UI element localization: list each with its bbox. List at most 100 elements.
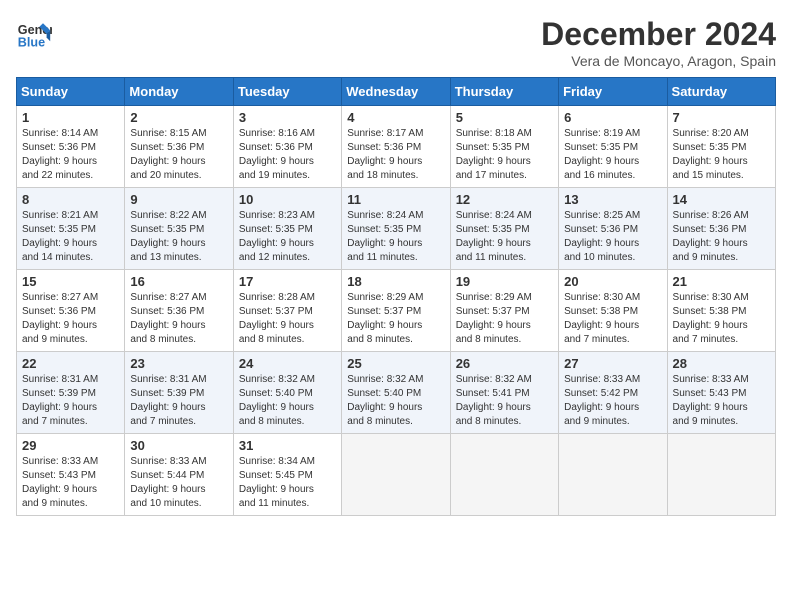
svg-text:Blue: Blue: [18, 36, 45, 50]
week-row: 1Sunrise: 8:14 AM Sunset: 5:36 PM Daylig…: [17, 106, 776, 188]
calendar-cell: 7 Sunrise: 8:20 AM Sunset: 5:35 PM Daylig…: [667, 106, 775, 188]
day-number: 5: [456, 110, 553, 125]
day-number: 2: [130, 110, 227, 125]
day-info: Sunrise: 8:27 AM Sunset: 5:36 PM Dayligh…: [130, 291, 227, 347]
day-info: Sunrise: 8:32 AM Sunset: 5:40 PM Dayligh…: [347, 373, 444, 429]
calendar-cell: 6 Sunrise: 8:19 AM Sunset: 5:35 PM Daylig…: [559, 106, 667, 188]
calendar-cell: 3Sunrise: 8:16 AM Sunset: 5:36 PM Daylig…: [233, 106, 341, 188]
calendar-cell: 12 Sunrise: 8:24 AM Sunset: 5:35 PM Dayli…: [450, 188, 558, 270]
day-number: 7: [673, 110, 770, 125]
day-info: Sunrise: 8:33 AM Sunset: 5:42 PM Dayligh…: [564, 373, 661, 429]
calendar-cell: 19 Sunrise: 8:29 AM Sunset: 5:37 PM Dayli…: [450, 270, 558, 352]
calendar-cell: 11 Sunrise: 8:24 AM Sunset: 5:35 PM Dayli…: [342, 188, 450, 270]
day-number: 9: [130, 192, 227, 207]
day-number: 12: [456, 192, 553, 207]
calendar-cell: 15Sunrise: 8:27 AM Sunset: 5:36 PM Dayli…: [17, 270, 125, 352]
calendar-cell: 29Sunrise: 8:33 AM Sunset: 5:43 PM Dayli…: [17, 434, 125, 516]
calendar-cell: 4 Sunrise: 8:17 AM Sunset: 5:36 PM Daylig…: [342, 106, 450, 188]
day-number: 27: [564, 356, 661, 371]
calendar-cell: [559, 434, 667, 516]
day-info: Sunrise: 8:27 AM Sunset: 5:36 PM Dayligh…: [22, 291, 119, 347]
logo-icon: General Blue: [16, 16, 52, 52]
title-block: December 2024 Vera de Moncayo, Aragon, S…: [541, 16, 776, 69]
col-header-tuesday: Tuesday: [233, 78, 341, 106]
calendar-cell: 25 Sunrise: 8:32 AM Sunset: 5:40 PM Dayli…: [342, 352, 450, 434]
calendar-cell: 23Sunrise: 8:31 AM Sunset: 5:39 PM Dayli…: [125, 352, 233, 434]
calendar-cell: 27 Sunrise: 8:33 AM Sunset: 5:42 PM Dayli…: [559, 352, 667, 434]
day-number: 25: [347, 356, 444, 371]
day-number: 28: [673, 356, 770, 371]
header-row: SundayMondayTuesdayWednesdayThursdayFrid…: [17, 78, 776, 106]
day-number: 29: [22, 438, 119, 453]
week-row: 8 Sunrise: 8:21 AM Sunset: 5:35 PM Daylig…: [17, 188, 776, 270]
day-number: 22: [22, 356, 119, 371]
calendar-cell: 1Sunrise: 8:14 AM Sunset: 5:36 PM Daylig…: [17, 106, 125, 188]
day-info: Sunrise: 8:15 AM Sunset: 5:36 PM Dayligh…: [130, 127, 227, 183]
day-info: Sunrise: 8:29 AM Sunset: 5:37 PM Dayligh…: [456, 291, 553, 347]
calendar-cell: 14Sunrise: 8:26 AM Sunset: 5:36 PM Dayli…: [667, 188, 775, 270]
calendar-cell: 17 Sunrise: 8:28 AM Sunset: 5:37 PM Dayli…: [233, 270, 341, 352]
day-info: Sunrise: 8:28 AM Sunset: 5:37 PM Dayligh…: [239, 291, 336, 347]
day-info: Sunrise: 8:17 AM Sunset: 5:36 PM Dayligh…: [347, 127, 444, 183]
col-header-thursday: Thursday: [450, 78, 558, 106]
day-info: Sunrise: 8:20 AM Sunset: 5:35 PM Dayligh…: [673, 127, 770, 183]
calendar-cell: 21 Sunrise: 8:30 AM Sunset: 5:38 PM Dayli…: [667, 270, 775, 352]
calendar-cell: 18 Sunrise: 8:29 AM Sunset: 5:37 PM Dayli…: [342, 270, 450, 352]
day-number: 21: [673, 274, 770, 289]
calendar-cell: 22 Sunrise: 8:31 AM Sunset: 5:39 PM Dayli…: [17, 352, 125, 434]
day-info: Sunrise: 8:16 AM Sunset: 5:36 PM Dayligh…: [239, 127, 336, 183]
col-header-sunday: Sunday: [17, 78, 125, 106]
day-number: 13: [564, 192, 661, 207]
day-info: Sunrise: 8:19 AM Sunset: 5:35 PM Dayligh…: [564, 127, 661, 183]
day-number: 6: [564, 110, 661, 125]
day-info: Sunrise: 8:24 AM Sunset: 5:35 PM Dayligh…: [456, 209, 553, 265]
day-info: Sunrise: 8:29 AM Sunset: 5:37 PM Dayligh…: [347, 291, 444, 347]
calendar-cell: 26Sunrise: 8:32 AM Sunset: 5:41 PM Dayli…: [450, 352, 558, 434]
week-row: 22 Sunrise: 8:31 AM Sunset: 5:39 PM Dayli…: [17, 352, 776, 434]
calendar-cell: 5 Sunrise: 8:18 AM Sunset: 5:35 PM Daylig…: [450, 106, 558, 188]
day-info: Sunrise: 8:21 AM Sunset: 5:35 PM Dayligh…: [22, 209, 119, 265]
calendar-cell: 28 Sunrise: 8:33 AM Sunset: 5:43 PM Dayli…: [667, 352, 775, 434]
calendar-cell: 20 Sunrise: 8:30 AM Sunset: 5:38 PM Dayli…: [559, 270, 667, 352]
week-row: 15Sunrise: 8:27 AM Sunset: 5:36 PM Dayli…: [17, 270, 776, 352]
calendar-cell: 16 Sunrise: 8:27 AM Sunset: 5:36 PM Dayli…: [125, 270, 233, 352]
day-number: 30: [130, 438, 227, 453]
day-number: 19: [456, 274, 553, 289]
calendar-cell: [450, 434, 558, 516]
day-number: 4: [347, 110, 444, 125]
day-info: Sunrise: 8:32 AM Sunset: 5:40 PM Dayligh…: [239, 373, 336, 429]
day-number: 18: [347, 274, 444, 289]
day-number: 8: [22, 192, 119, 207]
day-number: 23: [130, 356, 227, 371]
calendar-table: SundayMondayTuesdayWednesdayThursdayFrid…: [16, 77, 776, 516]
calendar-cell: 8 Sunrise: 8:21 AM Sunset: 5:35 PM Daylig…: [17, 188, 125, 270]
day-info: Sunrise: 8:24 AM Sunset: 5:35 PM Dayligh…: [347, 209, 444, 265]
day-number: 11: [347, 192, 444, 207]
day-info: Sunrise: 8:32 AM Sunset: 5:41 PM Dayligh…: [456, 373, 553, 429]
col-header-saturday: Saturday: [667, 78, 775, 106]
week-row: 29Sunrise: 8:33 AM Sunset: 5:43 PM Dayli…: [17, 434, 776, 516]
day-number: 17: [239, 274, 336, 289]
col-header-monday: Monday: [125, 78, 233, 106]
day-number: 31: [239, 438, 336, 453]
col-header-wednesday: Wednesday: [342, 78, 450, 106]
day-number: 10: [239, 192, 336, 207]
day-number: 16: [130, 274, 227, 289]
day-info: Sunrise: 8:30 AM Sunset: 5:38 PM Dayligh…: [673, 291, 770, 347]
month-title: December 2024: [541, 16, 776, 53]
col-header-friday: Friday: [559, 78, 667, 106]
day-info: Sunrise: 8:33 AM Sunset: 5:44 PM Dayligh…: [130, 455, 227, 511]
calendar-cell: [667, 434, 775, 516]
calendar-cell: 13Sunrise: 8:25 AM Sunset: 5:36 PM Dayli…: [559, 188, 667, 270]
calendar-cell: [342, 434, 450, 516]
day-info: Sunrise: 8:14 AM Sunset: 5:36 PM Dayligh…: [22, 127, 119, 183]
day-info: Sunrise: 8:31 AM Sunset: 5:39 PM Dayligh…: [22, 373, 119, 429]
calendar-cell: 10Sunrise: 8:23 AM Sunset: 5:35 PM Dayli…: [233, 188, 341, 270]
day-info: Sunrise: 8:34 AM Sunset: 5:45 PM Dayligh…: [239, 455, 336, 511]
day-number: 20: [564, 274, 661, 289]
day-info: Sunrise: 8:18 AM Sunset: 5:35 PM Dayligh…: [456, 127, 553, 183]
day-number: 14: [673, 192, 770, 207]
day-info: Sunrise: 8:30 AM Sunset: 5:38 PM Dayligh…: [564, 291, 661, 347]
calendar-cell: 31 Sunrise: 8:34 AM Sunset: 5:45 PM Dayli…: [233, 434, 341, 516]
day-info: Sunrise: 8:33 AM Sunset: 5:43 PM Dayligh…: [673, 373, 770, 429]
